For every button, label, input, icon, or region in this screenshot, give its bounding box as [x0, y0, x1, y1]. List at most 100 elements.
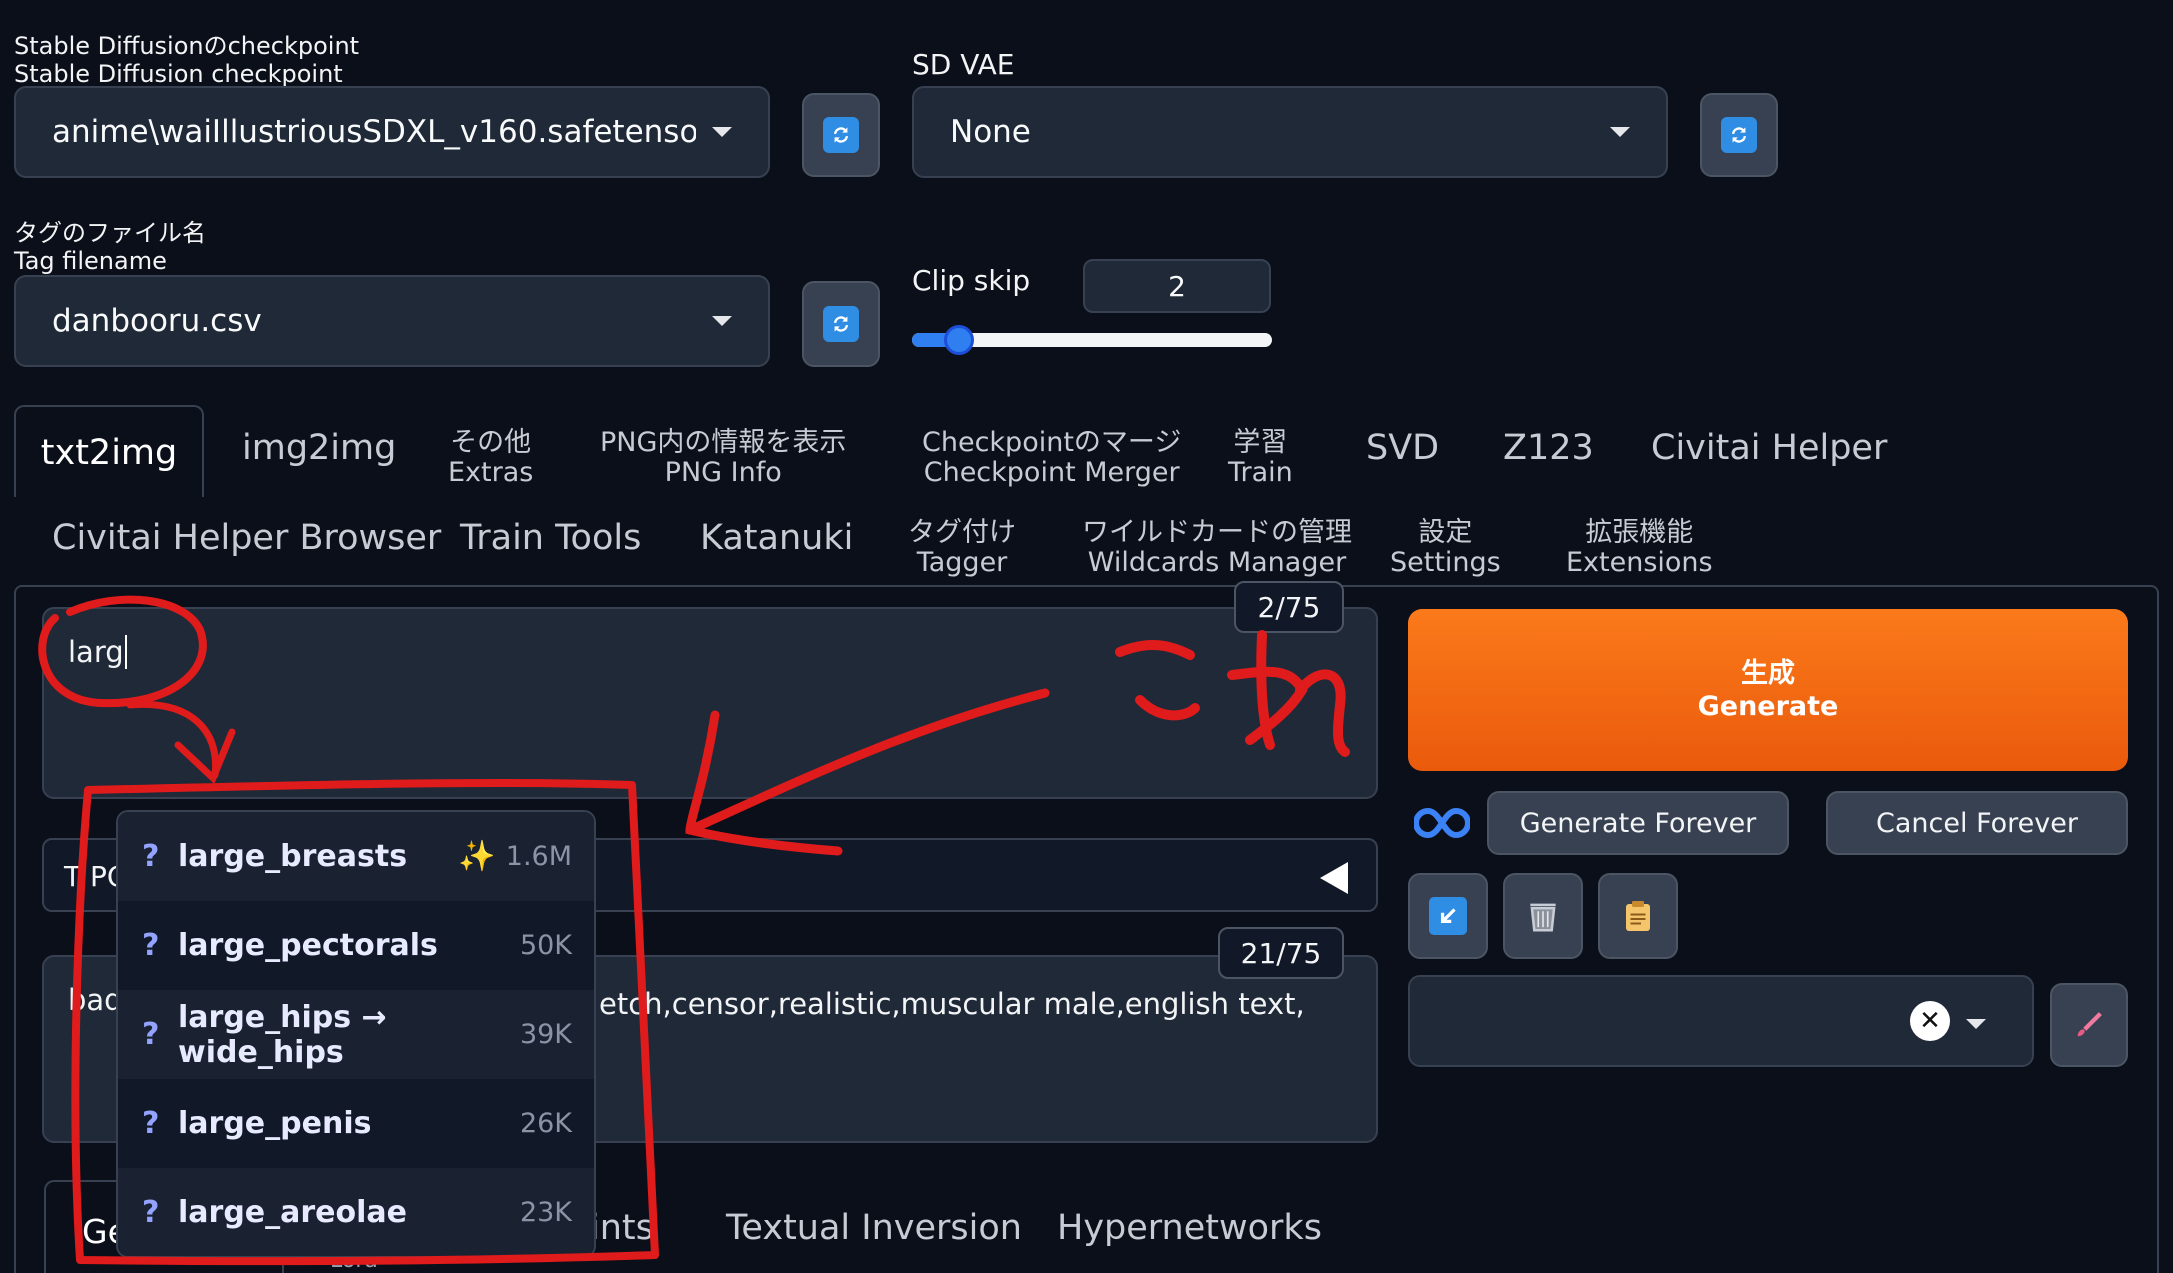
tab-hypernetworks[interactable]: Hypernetworks [1057, 1208, 1322, 1248]
collapse-triangle-icon [1320, 862, 1348, 894]
clipskip-slider[interactable] [912, 325, 1272, 355]
refresh-icon [823, 117, 859, 153]
unknown-tag-icon: ? [142, 928, 160, 963]
vae-value: None [950, 114, 1031, 150]
chevron-down-icon [712, 127, 732, 137]
generate-forever-button[interactable]: Generate Forever [1487, 791, 1789, 855]
autocomplete-item[interactable]: ? large_breasts ✨ 1.6M [118, 812, 594, 901]
tab-png-info[interactable]: PNG内の情報を表示 PNG Info [600, 428, 846, 488]
clear-prompt-button[interactable] [1503, 873, 1583, 959]
autocomplete-item[interactable]: ? large_pectorals 50K [118, 901, 594, 990]
tagfile-value: danbooru.csv [52, 303, 262, 339]
tagfile-label-en: Tag filename [14, 247, 167, 275]
tab-wildcards-manager[interactable]: ワイルドカードの管理 Wildcards Manager [1082, 518, 1352, 578]
autocomplete-name: large_penis [178, 1106, 372, 1141]
unknown-tag-icon: ? [142, 839, 160, 874]
tab-label-jp: ワイルドカードの管理 [1082, 517, 1352, 548]
tab-tagger[interactable]: タグ付け Tagger [908, 518, 1016, 578]
prompt-textarea[interactable]: larg [42, 607, 1378, 799]
autocomplete-count: 23K [519, 1197, 572, 1228]
vae-label: SD VAE [912, 48, 1015, 81]
infinity-icon [1413, 803, 1471, 843]
clear-icon[interactable]: ✕ [1910, 1001, 1950, 1041]
generate-label-jp: 生成 [1741, 658, 1795, 689]
refresh-tagfile-button[interactable] [802, 281, 880, 367]
paintbrush-icon [2077, 1012, 2102, 1037]
tab-label-jp: 設定 [1418, 517, 1473, 548]
autocomplete-item[interactable]: ? large_areolae 23K [118, 1168, 594, 1256]
tab-label-jp: その他 [450, 427, 532, 458]
tab-label-en: Train [1228, 457, 1293, 488]
tab-z123[interactable]: Z123 [1503, 428, 1594, 468]
tab-civitai-helper[interactable]: Civitai Helper [1651, 428, 1887, 468]
tab-civitai-helper-browser[interactable]: Civitai Helper Browser [52, 518, 441, 558]
chevron-down-icon [1610, 127, 1630, 137]
tab-label-en: Wildcards Manager [1087, 547, 1347, 578]
refresh-icon [1721, 117, 1757, 153]
styles-apply-button[interactable] [1598, 873, 1678, 959]
tab-extensions[interactable]: 拡張機能 Extensions [1566, 518, 1713, 578]
clipskip-number-input[interactable]: 2 [1083, 259, 1271, 313]
checkpoint-dropdown[interactable]: anime\waiIllustriousSDXL_v160.safetensor… [14, 86, 770, 178]
checkpoint-label-en: Stable Diffusion checkpoint [14, 60, 343, 88]
prompt-text: larg [68, 635, 124, 669]
tab-svd[interactable]: SVD [1366, 428, 1439, 468]
trash-icon [1530, 903, 1556, 932]
tab-train-tools[interactable]: Train Tools [460, 518, 641, 558]
autocomplete-count: 1.6M [505, 841, 572, 872]
webui-screen: Stable Diffusionのcheckpoint Stable Diffu… [0, 0, 2173, 1273]
checkpoint-label-jp: Stable Diffusionのcheckpoint [14, 32, 360, 60]
styles-dropdown[interactable]: ✕ [1408, 975, 2034, 1067]
tab-label-jp: Checkpointのマージ [922, 427, 1182, 458]
vae-dropdown[interactable]: None [912, 86, 1668, 178]
autocomplete-list: ? large_breasts ✨ 1.6M ? large_pectorals… [116, 810, 596, 1258]
read-params-button[interactable] [1408, 873, 1488, 959]
tab-label-jp: 拡張機能 [1585, 517, 1694, 548]
neg-prompt-text: etch,censor,realistic,muscular male,engl… [599, 987, 1305, 1021]
refresh-icon [823, 306, 859, 342]
tab-checkpoint-merger[interactable]: Checkpointのマージ Checkpoint Merger [922, 428, 1181, 488]
tab-katanuki[interactable]: Katanuki [700, 518, 853, 558]
tab-txt2img[interactable]: txt2img [14, 405, 204, 497]
tab-checkpoints-partial[interactable]: ints [590, 1208, 654, 1248]
refresh-checkpoint-button[interactable] [802, 93, 880, 177]
sparkle-icon: ✨ [458, 839, 496, 874]
unknown-tag-icon: ? [142, 1195, 160, 1230]
autocomplete-name: large_breasts [178, 839, 408, 874]
generate-label-en: Generate [1697, 691, 1839, 722]
tab-textual-inversion[interactable]: Textual Inversion [726, 1208, 1022, 1248]
generate-button[interactable]: 生成 Generate [1408, 609, 2128, 771]
tagfile-label: タグのファイル名 Tag filename [14, 219, 206, 275]
slider-thumb[interactable] [944, 325, 974, 355]
edit-styles-button[interactable] [2050, 983, 2128, 1067]
chevron-down-icon [1966, 1019, 1986, 1029]
tab-train[interactable]: 学習 Train [1228, 428, 1293, 488]
autocomplete-name: large_hips → wide_hips [178, 999, 387, 1070]
clipskip-label: Clip skip [912, 264, 1031, 297]
refresh-vae-button[interactable] [1700, 93, 1778, 177]
autocomplete-item[interactable]: ? large_penis 26K [118, 1079, 594, 1168]
tab-label-en: Checkpoint Merger [923, 457, 1180, 488]
tab-extras[interactable]: その他 Extras [448, 428, 533, 488]
tab-settings[interactable]: 設定 Settings [1390, 518, 1501, 578]
tab-label-jp: PNG内の情報を表示 [600, 427, 847, 458]
cancel-forever-button[interactable]: Cancel Forever [1826, 791, 2128, 855]
checkpoint-label: Stable Diffusionのcheckpoint Stable Diffu… [14, 32, 359, 88]
autocomplete-count: 50K [519, 930, 572, 961]
autocomplete-count: 26K [519, 1108, 572, 1139]
autocomplete-item[interactable]: ? large_hips → wide_hips 39K [118, 990, 594, 1079]
autocomplete-name: large_areolae [178, 1195, 408, 1230]
tab-label-en: Settings [1390, 547, 1501, 578]
tab-label-en: Tagger [916, 547, 1008, 578]
tab-label-jp: タグ付け [908, 517, 1016, 548]
tab-label-jp: 学習 [1233, 427, 1288, 458]
tagfile-label-jp: タグのファイル名 [14, 219, 206, 247]
arrow-down-left-icon [1429, 897, 1467, 935]
checkpoint-value: anime\waiIllustriousSDXL_v160.safetensor… [52, 114, 696, 150]
clipboard-icon [1626, 901, 1650, 931]
tagfile-dropdown[interactable]: danbooru.csv [14, 275, 770, 367]
unknown-tag-icon: ? [142, 1017, 160, 1052]
chevron-down-icon [712, 316, 732, 326]
tab-img2img[interactable]: img2img [242, 428, 396, 468]
neg-prompt-token-counter: 21/75 [1218, 927, 1344, 979]
